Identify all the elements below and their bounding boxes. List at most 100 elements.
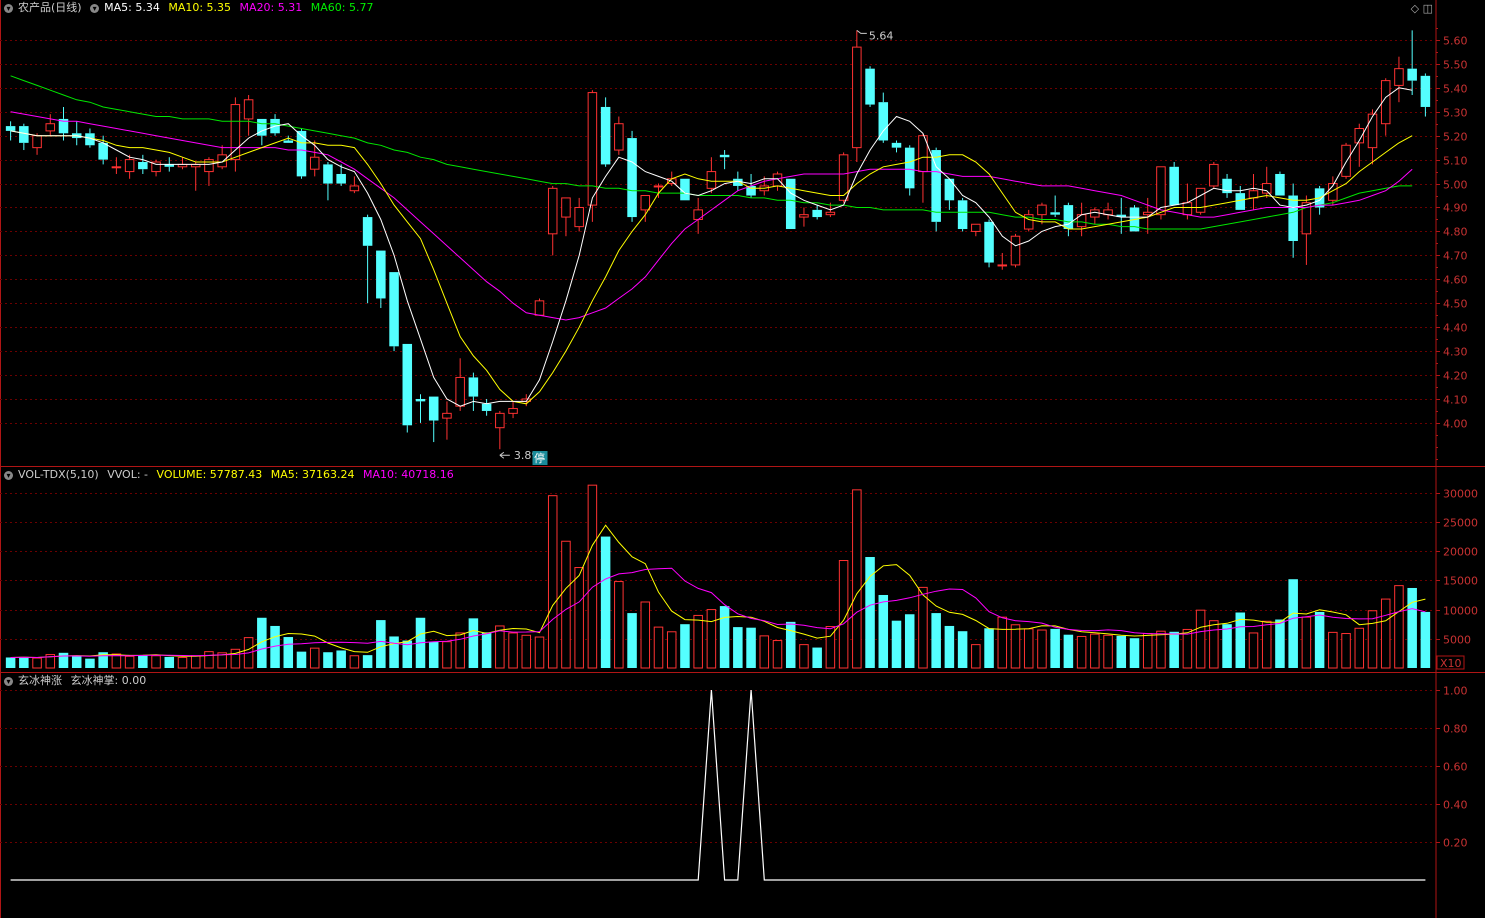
candle xyxy=(587,90,598,222)
candle-body-down xyxy=(283,140,294,143)
chart-canvas: 5.60 5.50 5.40 5.30 5.20 5.10 5.00 4.90 4.80 4.70… xyxy=(0,0,1485,918)
price-tick-label: 4.20 xyxy=(1443,370,1468,383)
volume-bar xyxy=(362,655,373,668)
candle-body-down xyxy=(785,178,796,230)
candle-body-up xyxy=(1010,235,1021,266)
candle-body-up xyxy=(1195,187,1206,213)
volume-bar xyxy=(931,613,941,668)
candle xyxy=(270,114,280,136)
indicator-tick-label: 0.20 xyxy=(1443,837,1468,850)
volume-bar xyxy=(561,540,571,669)
price-tick-label: 4.00 xyxy=(1443,418,1468,431)
candle xyxy=(1023,209,1034,232)
window-toggle-icon[interactable]: ◫ xyxy=(1423,2,1433,15)
volume-bar xyxy=(1090,633,1100,669)
candle-body-down xyxy=(1407,68,1417,81)
candle-body-up xyxy=(309,156,320,170)
ma20-key: MA20: xyxy=(239,1,275,14)
candle-body-up xyxy=(838,154,849,201)
candle xyxy=(971,223,981,237)
candle-body-down xyxy=(1235,193,1246,210)
ma20-line xyxy=(10,111,1413,321)
candle-body-up xyxy=(1037,204,1047,216)
ma10-key: MA10: xyxy=(168,1,204,14)
candle-body-up xyxy=(574,206,584,228)
candle xyxy=(138,154,148,174)
volume-bar xyxy=(957,631,968,668)
candle-body-up xyxy=(614,123,624,151)
candle-body-up xyxy=(204,159,214,173)
volume-bar xyxy=(389,636,399,668)
high-marker-arrow xyxy=(856,29,867,34)
volume-bar xyxy=(852,489,862,669)
candle xyxy=(1209,162,1219,189)
candle-body-up xyxy=(111,166,122,169)
candle xyxy=(534,298,545,316)
volume-tick-label: 5000 xyxy=(1443,634,1471,647)
price-tick-label: 4.10 xyxy=(1443,394,1468,407)
volume-bar xyxy=(997,616,1008,669)
candle xyxy=(1341,142,1351,179)
candle xyxy=(111,157,122,174)
volume-bar xyxy=(177,656,188,669)
candle-body-up xyxy=(495,412,505,429)
ma5-label: MA5: 5.34 xyxy=(104,1,160,14)
volume-bar xyxy=(1169,631,1179,668)
candle-body-down xyxy=(878,102,889,141)
price-tick-label: 5.20 xyxy=(1443,131,1468,144)
volume-tick-label: 20000 xyxy=(1443,546,1478,559)
candle-body-up xyxy=(547,187,558,235)
candle-body-down xyxy=(719,154,730,158)
candle xyxy=(455,358,465,411)
collapse-icon[interactable]: ▾ xyxy=(4,676,13,686)
candle xyxy=(627,130,637,222)
candle xyxy=(217,145,227,170)
volume-bar xyxy=(468,618,479,668)
candle xyxy=(243,94,254,136)
volume-tick-label: 30000 xyxy=(1443,488,1478,501)
candle xyxy=(785,178,796,230)
indicator-tick-label: 0.40 xyxy=(1443,799,1468,812)
candle-body-up xyxy=(587,92,598,206)
candle xyxy=(362,214,373,304)
candle-body-down xyxy=(98,142,108,160)
volume-bar xyxy=(508,632,518,669)
indicator-line-value: 玄冰神掌: 0.00 xyxy=(70,674,147,687)
candle xyxy=(799,207,809,227)
vol-ma10-value: MA10: 40718.16 xyxy=(362,468,454,481)
candle-body-down xyxy=(600,106,611,165)
candle-body-down xyxy=(1050,212,1060,215)
candle-body-up xyxy=(561,197,571,218)
volume-unit-label: X10 xyxy=(1440,657,1462,670)
collapse-icon[interactable]: ▾ xyxy=(4,470,13,480)
volume-bar xyxy=(1103,634,1113,669)
diamond-icon[interactable]: ◇ xyxy=(1411,2,1419,15)
candle-body-up xyxy=(124,159,135,173)
candle-body-up xyxy=(32,135,42,149)
volume-bar xyxy=(323,652,333,668)
volume-bar xyxy=(58,652,69,668)
volume-tick-label: 10000 xyxy=(1443,605,1478,618)
volume-bar xyxy=(1010,624,1021,669)
candle xyxy=(1076,202,1087,237)
settings-circle-icon[interactable]: ▾ xyxy=(90,3,100,13)
volume-bar xyxy=(1288,579,1298,668)
candle-body-down xyxy=(1288,195,1298,241)
volume-bar xyxy=(785,621,796,668)
candle xyxy=(931,147,941,232)
collapse-icon[interactable]: ▾ xyxy=(4,3,13,13)
candle xyxy=(1367,109,1378,165)
indicator-line xyxy=(10,689,1426,881)
volume-bar xyxy=(904,614,915,668)
volume-bar xyxy=(1023,628,1034,669)
volume-bar xyxy=(918,586,928,669)
volume-bar xyxy=(614,581,624,669)
volume-bar xyxy=(1380,598,1391,669)
volume-bar xyxy=(521,634,532,669)
volume-bar xyxy=(442,641,452,669)
volume-bar xyxy=(164,656,175,668)
volume-bar xyxy=(878,594,889,668)
price-tick-label: 4.30 xyxy=(1443,346,1468,359)
ma60-key: MA60: xyxy=(310,1,346,14)
candle xyxy=(1103,202,1113,220)
